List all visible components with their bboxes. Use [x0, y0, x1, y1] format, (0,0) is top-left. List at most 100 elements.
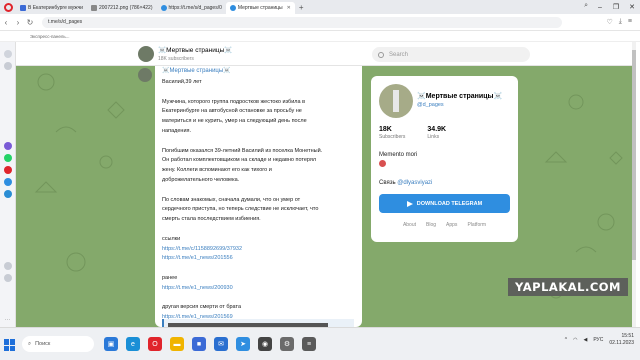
- telegram-icon[interactable]: ➤: [236, 337, 250, 351]
- address-bar: ‹ › ↻ t.me/s/d_pages ♡ ⤓ ≡: [0, 14, 640, 31]
- post-author[interactable]: ☠️Мертвые страницы☠️: [162, 67, 356, 74]
- store-icon[interactable]: ■: [192, 337, 206, 351]
- whatsapp-icon[interactable]: [3, 154, 12, 162]
- card-title: ☠️Мертвые страницы☠️: [417, 93, 503, 100]
- file-explorer-icon[interactable]: ▬: [170, 337, 184, 351]
- post-text-line: Он работал комплектовщиком на складе и н…: [162, 157, 317, 164]
- subscribers-stat: 18K Subscribers: [379, 126, 406, 140]
- settings-icon[interactable]: ⚙: [280, 337, 294, 351]
- post-text-line: доброжелательного человека.: [162, 176, 240, 183]
- contact-line: Связь @dlyasviyazi: [379, 180, 433, 186]
- post-text-line: сердечного приступа, но теперь следствие…: [162, 206, 319, 213]
- search-input[interactable]: Search: [372, 47, 530, 62]
- post-text-line: материться и не курить, умер на следующи…: [162, 118, 307, 125]
- earlier-label: ранее: [162, 274, 178, 281]
- telegram-plane-icon: [406, 200, 413, 207]
- channel-title[interactable]: ☠️Мертвые страницы☠️: [158, 46, 232, 54]
- opera-logo-icon[interactable]: [0, 0, 16, 14]
- post-link[interactable]: https://t.me/c/1158892699/37932: [162, 245, 356, 255]
- tab-dead-pages[interactable]: Мертвые страницы ✕: [225, 2, 295, 14]
- vk-icon[interactable]: [3, 190, 12, 198]
- card-footer: About Blog Apps Platform: [371, 222, 518, 228]
- star-icon[interactable]: [3, 62, 12, 70]
- wifi-icon[interactable]: ◠: [573, 337, 577, 343]
- channel-description: Memento mori: [379, 152, 418, 158]
- browser-tab-strip: В Екатеринбурге мужчи 2007212.png (786×4…: [0, 0, 640, 14]
- minimize-icon[interactable]: –: [592, 0, 608, 14]
- post-text-line: нападения.: [162, 127, 192, 134]
- close-window-icon[interactable]: ✕: [624, 0, 640, 14]
- camera-icon[interactable]: ◉: [258, 337, 272, 351]
- post-link[interactable]: https://t.me/e1_news/201556: [162, 254, 356, 264]
- post-text-line: Екатеринбурге на автобусной остановке за…: [162, 108, 302, 115]
- contact-handle[interactable]: @dlyasviyazi: [397, 180, 432, 186]
- post-author-avatar[interactable]: [138, 68, 152, 82]
- edge-icon[interactable]: e: [126, 337, 140, 351]
- taskbar-search[interactable]: ⌕ Поиск: [22, 336, 94, 352]
- red-dot-emoji-icon: [379, 160, 386, 167]
- window-controls: – ❐ ✕: [592, 0, 640, 14]
- footer-link-platform[interactable]: Platform: [467, 222, 486, 228]
- post-link[interactable]: https://t.me/e1_news/200930: [162, 284, 356, 294]
- channel-avatar[interactable]: [138, 46, 154, 62]
- telegram-icon[interactable]: [3, 178, 12, 186]
- clock[interactable]: 15:51 02.11.2023: [609, 333, 634, 347]
- tab-telegram-preview[interactable]: https://t.me/s/d_pages/0: [157, 2, 226, 14]
- download-telegram-button[interactable]: DOWNLOAD TELEGRAM: [379, 194, 510, 213]
- footer-link-about[interactable]: About: [403, 222, 416, 228]
- widgets-icon[interactable]: ▣: [104, 337, 118, 351]
- download-icon[interactable]: ⤓: [619, 18, 622, 26]
- chevron-up-icon[interactable]: ^: [565, 337, 567, 343]
- home-icon[interactable]: [3, 50, 12, 58]
- tab-ekaterinburg-news[interactable]: В Екатеринбурге мужчи: [16, 2, 87, 14]
- calculator-icon[interactable]: ≡: [302, 337, 316, 351]
- taskbar: ⌕ Поиск ▣ e O ▬ ■ ✉ ➤ ◉ ⚙ ≡ ^ ◠ ◀ РУС 15…: [0, 327, 640, 360]
- close-tab-icon[interactable]: ✕: [287, 5, 291, 11]
- footer-link-apps[interactable]: Apps: [446, 222, 457, 228]
- settings-icon[interactable]: [3, 274, 12, 282]
- search-icon: ⌕: [28, 340, 32, 347]
- channel-photo: [379, 84, 413, 118]
- new-tab-button[interactable]: +: [295, 3, 308, 12]
- footer-link-blog[interactable]: Blog: [426, 222, 436, 228]
- speed-dial-link[interactable]: Экспресс-панель...: [30, 34, 69, 39]
- post-text-line: Мужчина, которого группа подростков жест…: [162, 98, 305, 105]
- channel-info-card: ☠️Мертвые страницы☠️ @d_pages 18K Subscr…: [371, 76, 518, 242]
- links-stat: 34.9K Links: [427, 126, 447, 140]
- image-favicon-icon: [90, 5, 97, 11]
- bookmark-icon[interactable]: ♡: [607, 18, 613, 26]
- opera-sidebar: ···: [0, 42, 16, 327]
- post-text-line: По словам знакомых, сначала думали, что …: [162, 196, 301, 203]
- scrollbar-thumb[interactable]: [632, 50, 636, 260]
- back-icon[interactable]: ‹: [0, 18, 12, 27]
- windows-start-icon[interactable]: [4, 339, 16, 351]
- volume-icon[interactable]: ◀: [583, 337, 587, 343]
- other-version-label: другая версия смерти от брата: [162, 304, 242, 311]
- mail-icon[interactable]: ✉: [214, 337, 228, 351]
- opera-messenger-icon[interactable]: [3, 166, 12, 174]
- search-icon: [378, 51, 384, 58]
- url-field[interactable]: t.me/s/d_pages: [42, 16, 562, 28]
- telegram-favicon-icon: [160, 5, 167, 11]
- telegram-header: ☠️Мертвые страницы☠️ 18K subscribers Sea…: [16, 42, 636, 66]
- post-text-line: Погибшим оказался 39-летний Василий из п…: [162, 147, 323, 154]
- post-text-line: жену. Коллеги вспоминают его как тихого …: [162, 167, 272, 174]
- menu-icon[interactable]: ≡: [628, 18, 632, 26]
- reload-icon[interactable]: ↻: [24, 18, 36, 27]
- tab-image[interactable]: 2007212.png (786×422): [87, 2, 157, 14]
- forward-icon[interactable]: ›: [12, 18, 24, 27]
- post-text-line: Василий,39 лет: [162, 79, 202, 85]
- opera-icon[interactable]: O: [148, 337, 162, 351]
- tab-search-icon[interactable]: ⌕: [584, 2, 588, 10]
- more-icon[interactable]: ···: [5, 317, 11, 323]
- channel-subscribers: 18K subscribers: [158, 56, 194, 62]
- history-icon[interactable]: [3, 262, 12, 270]
- bookmarks-bar: Экспресс-панель...: [0, 31, 640, 42]
- message-bubble: ☠️Мертвые страницы☠️ Василий,39 лет Мужч…: [155, 66, 362, 327]
- maximize-icon[interactable]: ❐: [608, 0, 624, 14]
- page-scrollbar[interactable]: [632, 42, 636, 327]
- language-indicator[interactable]: РУС: [593, 337, 603, 344]
- aria-icon[interactable]: [3, 142, 12, 150]
- link-preview[interactable]: [162, 319, 354, 327]
- card-handle[interactable]: @d_pages: [417, 102, 444, 108]
